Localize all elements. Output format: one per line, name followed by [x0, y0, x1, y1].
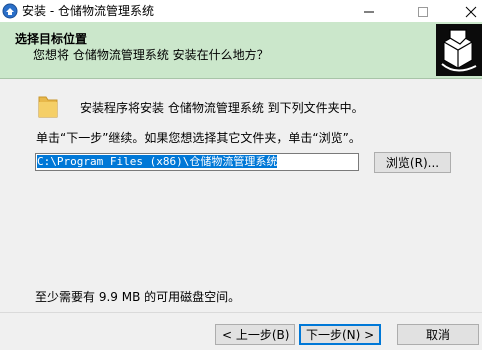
maximize-icon	[418, 7, 428, 17]
title-bar: 安装 - 仓储物流管理系统	[0, 0, 482, 22]
close-button[interactable]	[448, 0, 482, 22]
wizard-header: 选择目标位置 您想将 仓储物流管理系统 安装在什么地方？	[0, 22, 482, 79]
page-subtitle: 您想将 仓储物流管理系统 安装在什么地方？	[33, 48, 269, 62]
next-button[interactable]: 下一步(N) >	[299, 324, 381, 345]
cancel-button[interactable]: 取消	[397, 324, 479, 345]
minimize-button[interactable]	[346, 0, 392, 22]
footer-divider	[0, 312, 482, 313]
install-info-text: 安装程序将安装 仓储物流管理系统 到下列文件夹中。	[80, 101, 364, 115]
close-icon	[465, 6, 477, 18]
instruction-text: 单击“下一步”继续。如果您想选择其它文件夹，单击“浏览”。	[36, 131, 361, 145]
window-title: 安装 - 仓储物流管理系统	[22, 4, 154, 18]
installer-app-icon	[2, 3, 18, 19]
browse-button[interactable]: 浏览(R)...	[374, 152, 451, 173]
install-path-value: C:\Program Files (x86)\仓储物流管理系统	[37, 155, 278, 168]
installer-box-icon	[436, 24, 482, 76]
back-button[interactable]: < 上一步(B)	[215, 324, 295, 345]
install-path-input[interactable]: C:\Program Files (x86)\仓储物流管理系统	[35, 153, 359, 171]
maximize-button[interactable]	[400, 0, 446, 22]
page-title: 选择目标位置	[15, 32, 88, 46]
folder-icon	[37, 93, 59, 119]
minimize-icon	[364, 11, 374, 13]
disk-space-text: 至少需要有 9.9 MB 的可用磁盘空间。	[35, 290, 241, 304]
